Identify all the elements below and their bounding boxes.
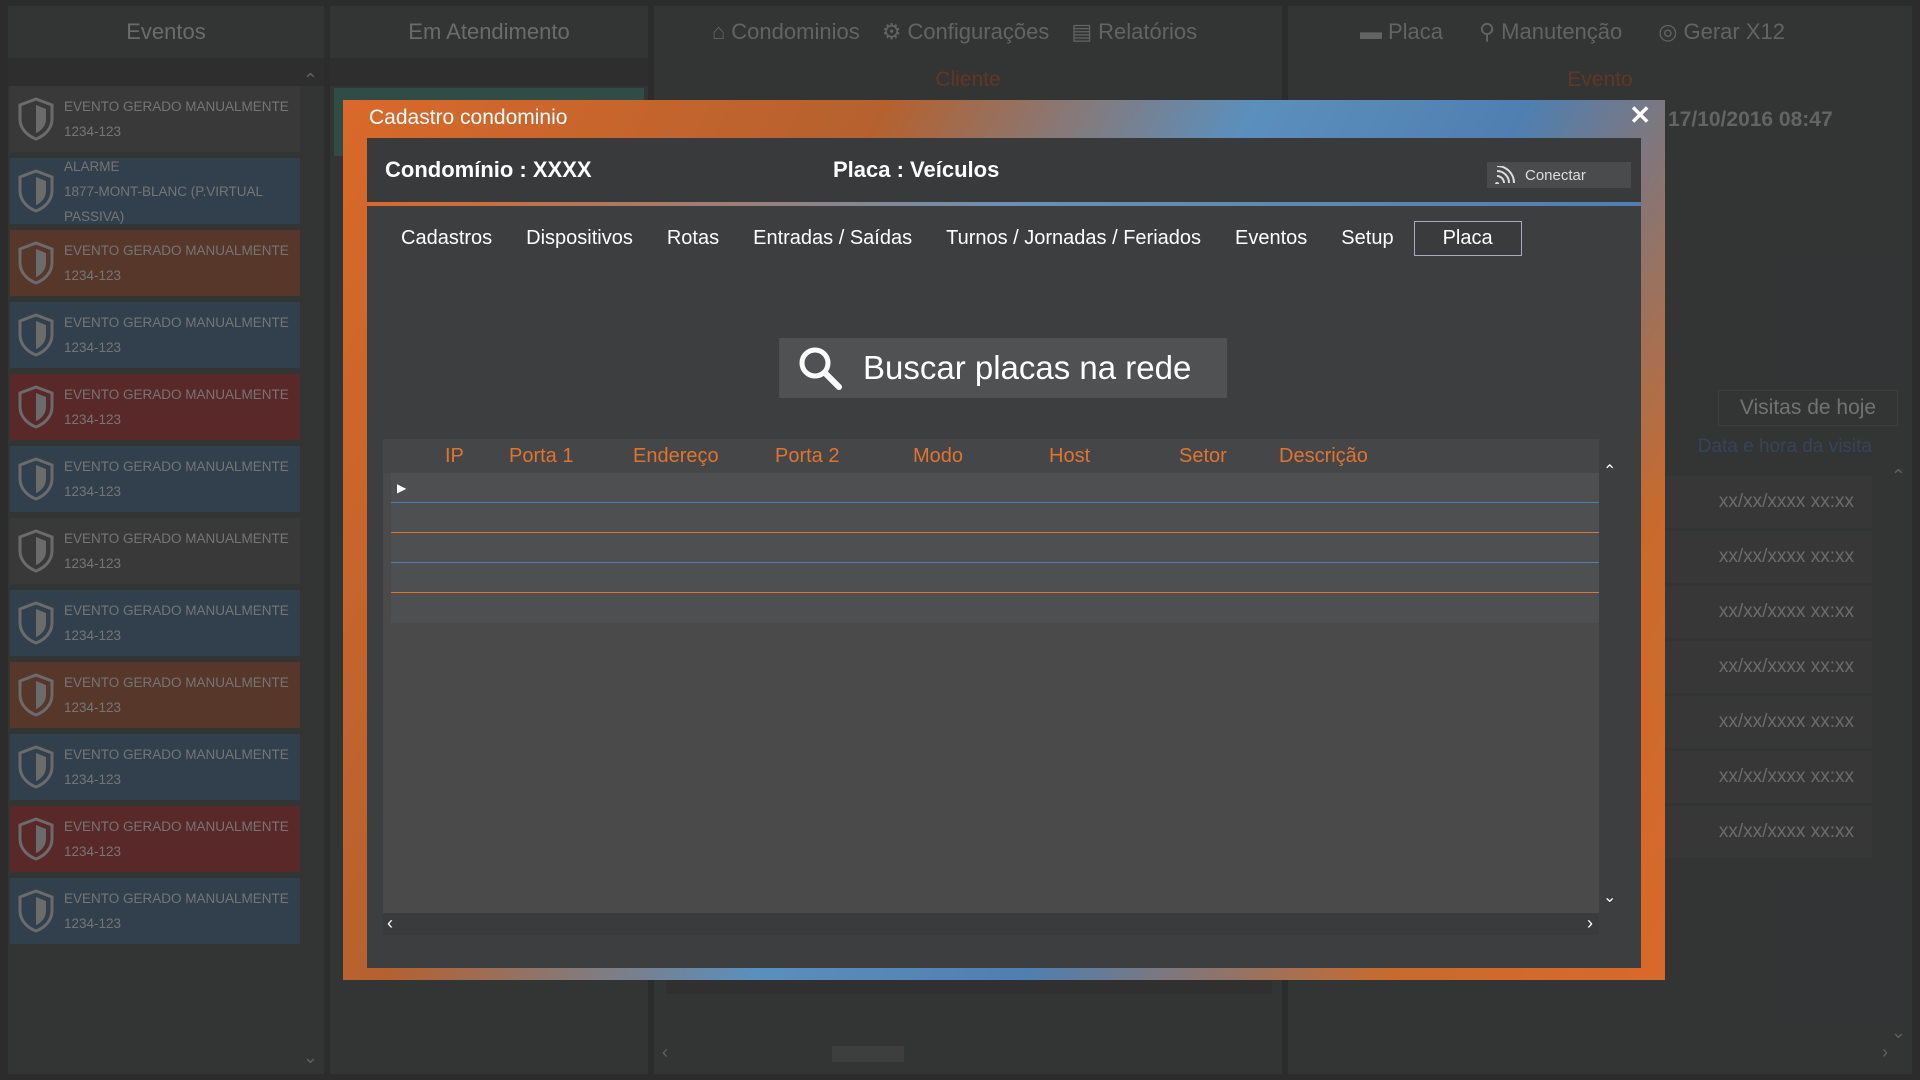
plates-grid: IP Porta 1 Endereço Porta 2 Modo Host Setor Des… (383, 439, 1601, 913)
column-header[interactable]: Endereço (633, 445, 719, 468)
condominio-label: Condomínio : XXXX (385, 157, 592, 182)
table-row[interactable]: ▶ (391, 473, 1601, 503)
column-header[interactable]: Porta 1 (509, 445, 573, 468)
connect-button[interactable]: Conectar (1487, 162, 1631, 188)
close-icon[interactable]: ✕ (1629, 100, 1651, 131)
tab-cadastros[interactable]: Cadastros (401, 227, 492, 250)
chevron-down-icon[interactable]: ⌄ (1603, 887, 1616, 907)
tab-rotas[interactable]: Rotas (667, 227, 719, 250)
tab-turnos-jornadas-feriados[interactable]: Turnos / Jornadas / Feriados (946, 227, 1201, 250)
placa-label: Placa : Veículos (833, 157, 1000, 182)
chevron-right-icon[interactable]: › (1587, 913, 1593, 934)
search-icon (799, 347, 842, 390)
modal-tabs: Cadastros Dispositivos Rotas Entradas / Saí… (367, 206, 1641, 270)
search-plates-button[interactable]: Buscar placas na rede (779, 338, 1227, 398)
column-header[interactable]: Descrição (1279, 445, 1368, 468)
grid-vertical-scrollbar[interactable]: ⌃ ⌄ (1599, 439, 1621, 913)
table-row[interactable] (391, 593, 1601, 623)
column-header[interactable]: IP (445, 445, 464, 468)
table-row[interactable] (391, 503, 1601, 533)
modal-title: Cadastro condominio (369, 106, 568, 129)
column-header[interactable]: Host (1049, 445, 1090, 468)
grid-header: IP Porta 1 Endereço Porta 2 Modo Host Setor Des… (383, 439, 1599, 473)
column-header[interactable]: Setor (1179, 445, 1227, 468)
connect-label: Conectar (1525, 166, 1586, 184)
tab-dispositivos[interactable]: Dispositivos (526, 227, 633, 250)
chevron-left-icon[interactable]: ‹ (387, 913, 393, 934)
search-label: Buscar placas na rede (863, 349, 1192, 386)
tab-eventos[interactable]: Eventos (1235, 227, 1307, 250)
tab-placa[interactable]: Placa (1413, 220, 1522, 256)
chevron-up-icon[interactable]: ⌃ (1603, 461, 1616, 481)
condominio-bar: Condomínio : XXXX Placa : Veículos Conec… (367, 138, 1641, 202)
cadastro-modal: Cadastro condominio ✕ Condomínio : XXXX … (343, 100, 1665, 980)
grid-horizontal-scrollbar[interactable]: ‹ › (383, 913, 1599, 935)
table-row[interactable] (391, 563, 1601, 593)
wifi-icon (1495, 166, 1515, 184)
column-header[interactable]: Modo (913, 445, 963, 468)
tab-entradas-sa-das[interactable]: Entradas / Saídas (753, 227, 912, 250)
modal-content: Condomínio : XXXX Placa : Veículos Conec… (367, 138, 1641, 968)
table-row[interactable] (391, 533, 1601, 563)
row-selector-icon: ▶ (397, 481, 407, 495)
tab-setup[interactable]: Setup (1341, 227, 1393, 250)
column-header[interactable]: Porta 2 (775, 445, 839, 468)
